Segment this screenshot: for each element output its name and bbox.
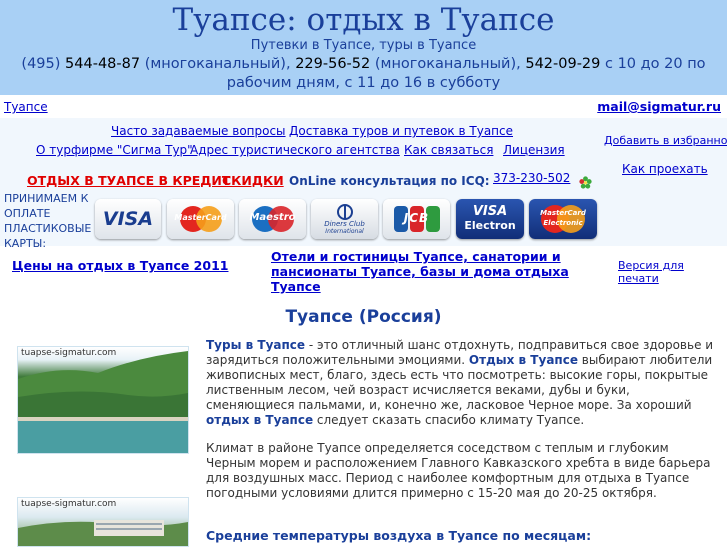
featured-links: Цены на отдых в Туапсе 2011 Отели и гост… [0,248,727,294]
phone-numbers: (495) 544-48-87 (многоканальный), 229-56… [0,55,727,93]
diners-club-card-icon: Diners Club International [311,199,378,239]
temperatures-heading: Средние температуры воздуха в Туапсе по … [206,528,592,543]
menu-link-route[interactable]: Как проехать [622,162,708,176]
email-link[interactable]: mail@sigmatur.ru [597,99,721,114]
main-menu: Часто задаваемые вопросы Доставка туров … [0,118,727,250]
prices-link[interactable]: Цены на отдых в Туапсе 2011 [12,258,228,273]
icq-number-link[interactable]: 373-230-502 [493,171,570,185]
top-bar: Туапсе mail@sigmatur.ru [0,96,727,118]
site-title: Туапсе: отдых в Туапсе [172,2,555,38]
credit-link[interactable]: ОТДЫХ В ТУАПСЕ В КРЕДИТ [27,173,230,188]
menu-link-delivery[interactable]: Доставка туров и путевок в Туапсе [289,124,513,138]
home-link[interactable]: Туапсе [4,100,48,114]
menu-link-address[interactable]: Адрес туристического агентства [190,143,400,157]
climate-paragraph: Климат в районе Туапсе определяется сосе… [206,441,711,500]
phone-3: 542-09-29 [525,56,601,72]
photo-caption-2: tuapse-sigmatur.com [21,499,117,509]
icq-label: OnLine консультация по ICQ: [289,174,490,188]
menu-link-about[interactable]: О турфирме "Сигма Тур" [36,143,193,157]
payment-cards-label: ПРИНИМАЕМ К ОПЛАТЕ ПЛАСТИКОВЫЕ КАРТЫ: [4,192,92,250]
tuapse-hotel-photo: tuapse-sigmatur.com [17,497,189,547]
jcb-card-icon: JCB [383,199,450,239]
icq-flower-icon [579,176,592,189]
print-version-link[interactable]: Версия для печати [618,259,727,285]
working-hours-2: рабочим дням, с 11 до 16 в субботу [226,75,501,91]
visa-card-icon: VISA [95,199,161,239]
discounts-link[interactable]: СКИДКИ [222,173,284,188]
hotels-link[interactable]: Отели и гостиницы Туапсе, санатории и па… [271,249,591,294]
phone-code: (495) [21,56,61,72]
tuapse-coast-photo: tuapse-sigmatur.com [17,346,189,454]
menu-link-contact[interactable]: Как связаться [404,143,493,157]
intro-paragraph: Туры в Туапсе - это отличный шанс отдохн… [206,338,714,427]
site-header: Туапсе: отдых в Туапсе Путевки в Туапсе,… [0,0,727,95]
menu-link-license[interactable]: Лицензия [503,143,565,157]
mastercard-icon: MasterCard [167,199,234,239]
page-heading: Туапсе (Россия) [285,307,442,327]
visa-electron-card-icon: VISA Electron [456,199,524,239]
menu-link-faq[interactable]: Часто задаваемые вопросы [111,124,286,138]
photo-caption: tuapse-sigmatur.com [21,348,117,358]
maestro-card-icon: Maestro [239,199,306,239]
phone-1-note: (многоканальный), [144,56,291,72]
phone-2: 229-56-52 [295,56,371,72]
mastercard-electronic-card-icon: MasterCard Electronic [529,199,597,239]
site-subtitle: Путевки в Туапсе, туры в Туапсе [250,38,477,53]
phone-2-note: (многоканальный), [374,56,521,72]
working-hours-1: с 10 до 20 по [605,56,706,72]
phone-1: 544-48-87 [65,56,141,72]
add-favorites-link[interactable]: Добавить в избранное [604,134,727,147]
